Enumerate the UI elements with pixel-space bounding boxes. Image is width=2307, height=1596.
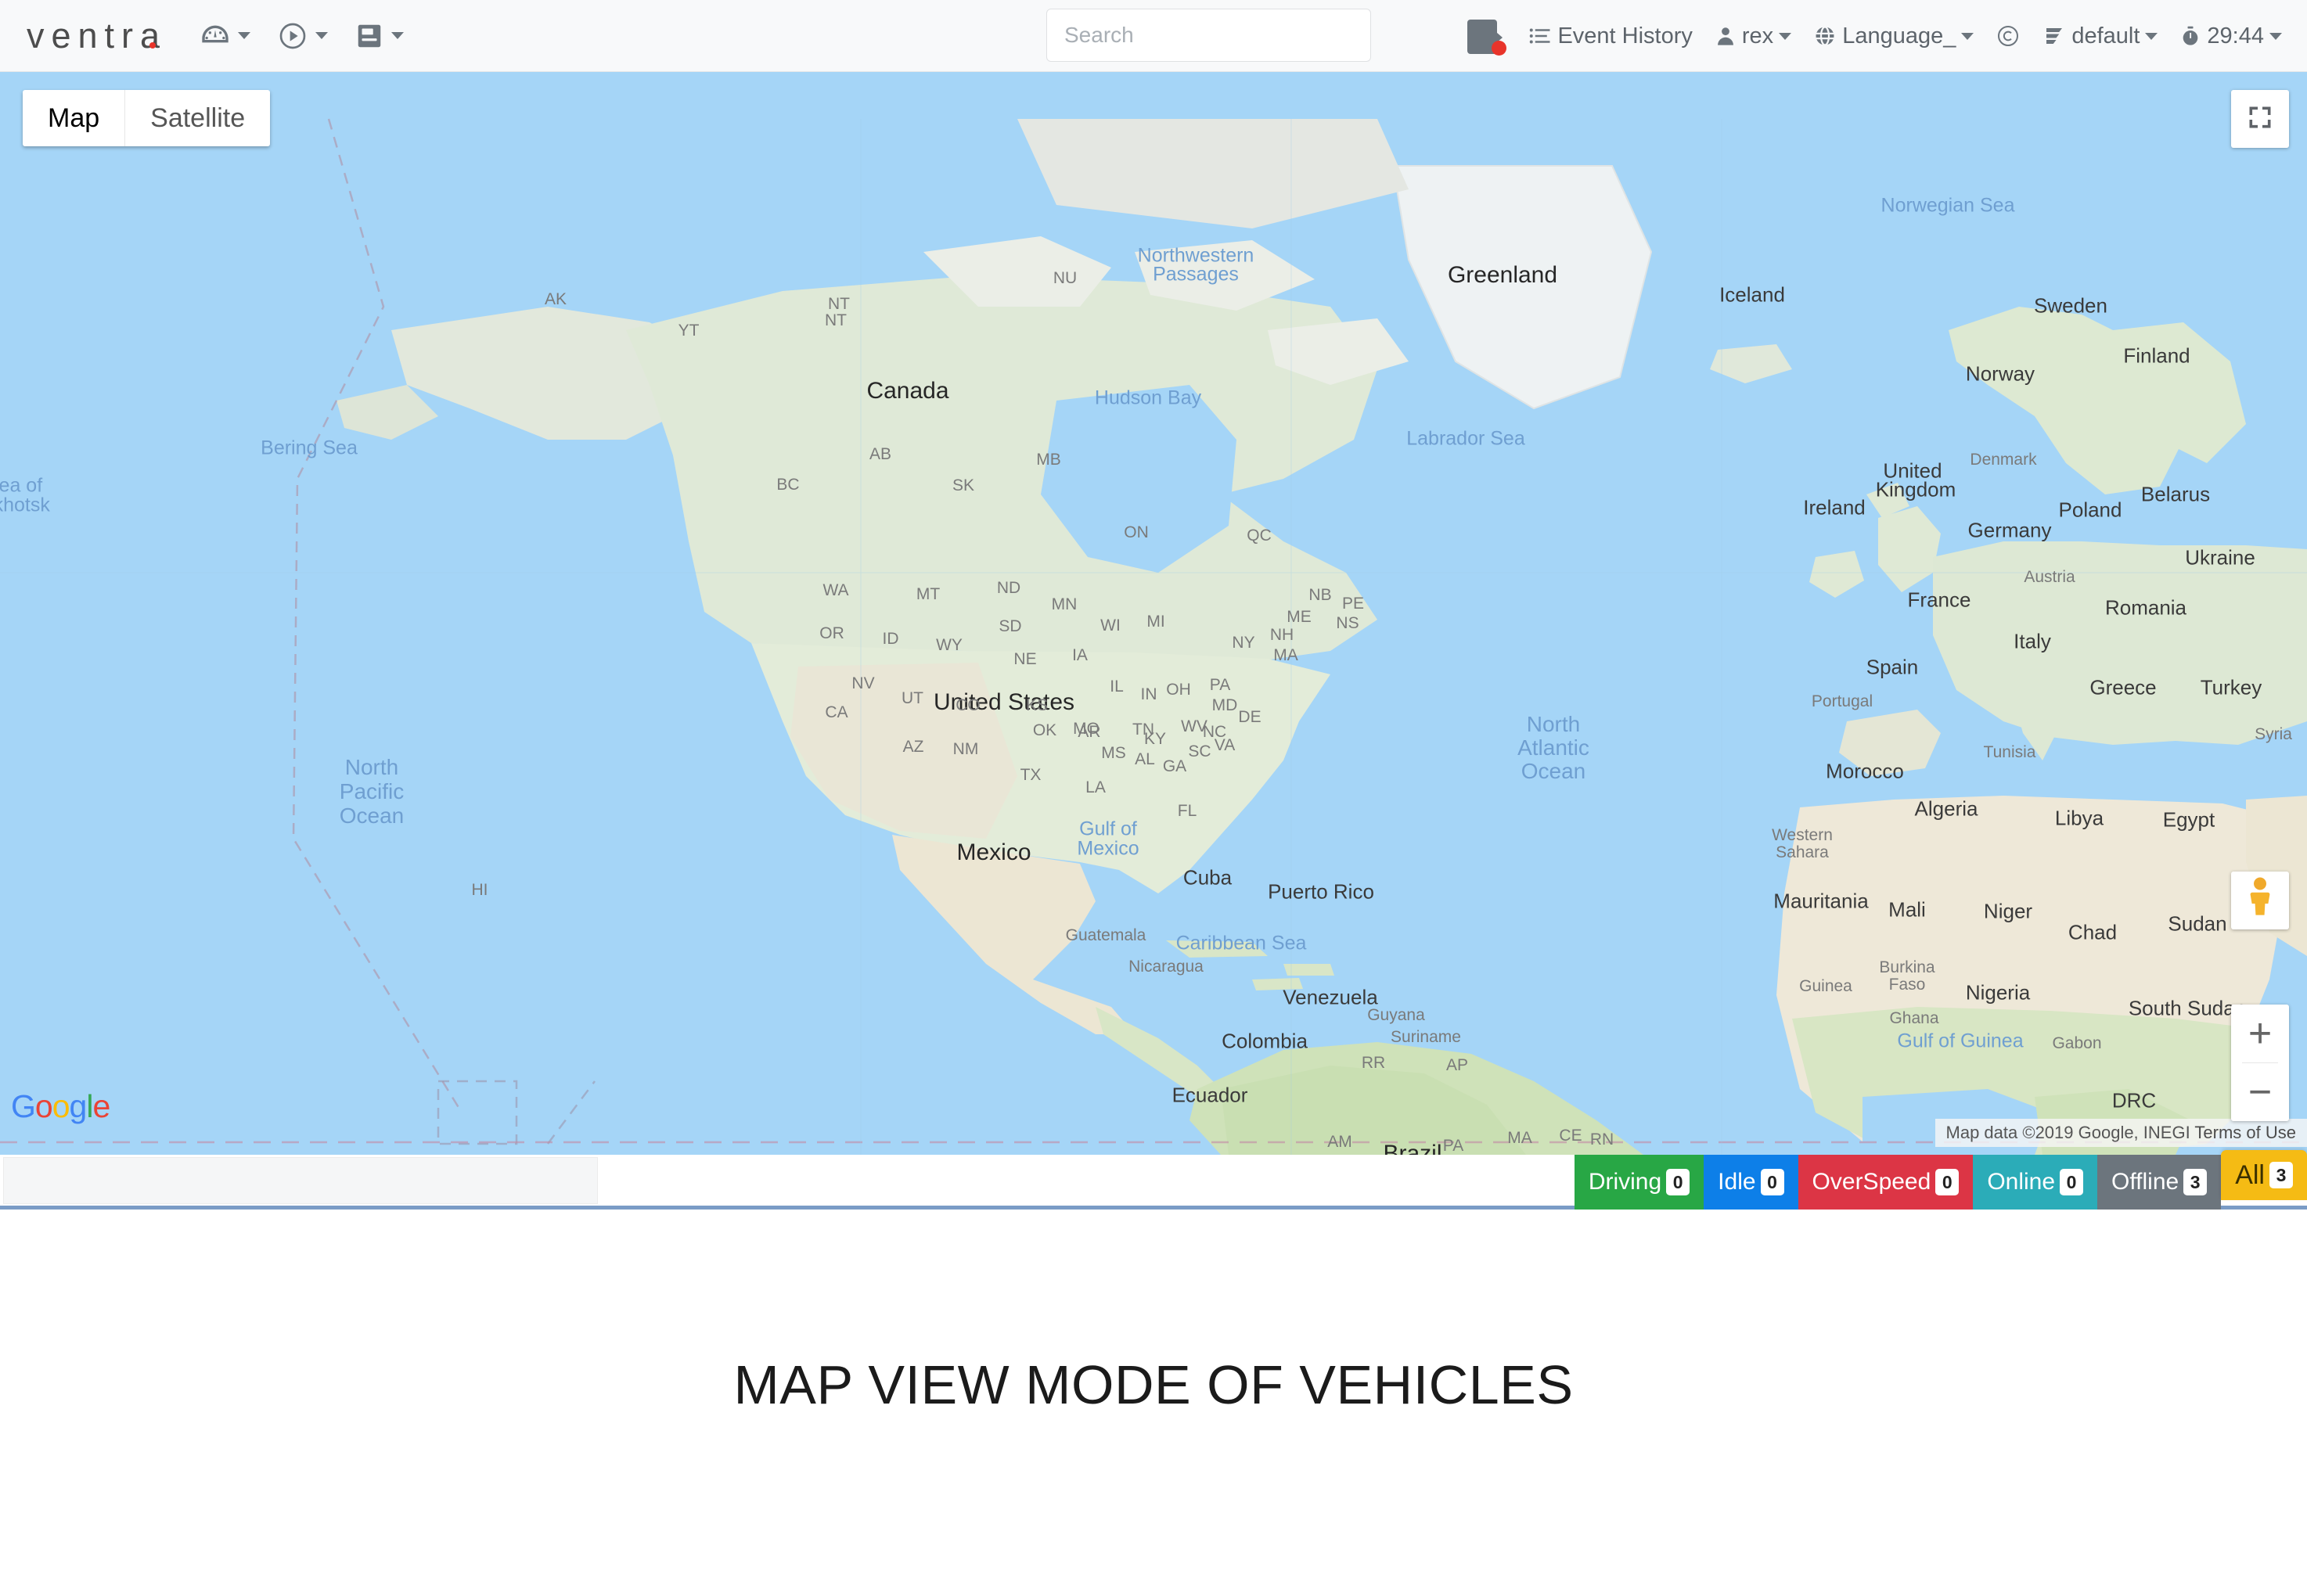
fullscreen-icon <box>2246 103 2274 135</box>
google-logo-g2: g <box>69 1088 88 1124</box>
fullscreen-button[interactable] <box>2231 90 2289 148</box>
copyright-icon <box>1996 23 2021 49</box>
status-badge-label: Driving <box>1588 1169 1662 1195</box>
timer-icon <box>2179 24 2201 48</box>
zoom-in-button[interactable]: + <box>2231 1005 2289 1062</box>
session-timer-menu[interactable]: 29:44 <box>2168 23 2293 49</box>
status-badge-overspeed[interactable]: OverSpeed 0 <box>1798 1155 1974 1210</box>
google-logo: Google <box>11 1088 110 1125</box>
search-input[interactable] <box>1046 9 1371 62</box>
status-badge-count: 3 <box>2269 1162 2293 1188</box>
event-history-label: Event History <box>1557 23 1693 49</box>
user-menu[interactable]: rex <box>1704 23 1802 49</box>
status-bar: Driving 0 Idle 0 OverSpeed 0 Online 0 Offline 3 Al… <box>0 1150 2307 1210</box>
chevron-down-icon <box>315 32 329 39</box>
status-badge-label: OverSpeed <box>1812 1169 1931 1195</box>
google-logo-g1: G <box>11 1088 36 1124</box>
chevron-down-icon <box>1961 32 1974 40</box>
user-menu-label: rex <box>1741 23 1774 49</box>
terms-of-use-link[interactable]: Terms of Use <box>2194 1123 2296 1142</box>
search-field-wrapper <box>1046 9 1371 62</box>
chevron-down-icon <box>2145 32 2158 40</box>
status-badge-count: 0 <box>1935 1169 1960 1195</box>
language-menu-label: Language_ <box>1842 23 1956 49</box>
chevron-down-icon <box>391 32 405 39</box>
status-bar-left-panel <box>3 1157 598 1204</box>
status-badge-label: Idle <box>1718 1169 1756 1195</box>
status-badge-driving[interactable]: Driving 0 <box>1574 1155 1704 1210</box>
application-window: ventra Search Event History rex Language… <box>0 0 2307 1213</box>
status-badge-count: 0 <box>2060 1169 2084 1195</box>
zoom-out-button[interactable]: − <box>2231 1063 2289 1121</box>
map-attribution: Map data ©2019 Google, INEGI Terms of Us… <box>1934 1119 2307 1147</box>
dashboard-icon <box>200 20 231 52</box>
top-navigation-bar: ventra Search Event History rex Language… <box>0 0 2307 72</box>
layers-icon <box>2042 24 2066 48</box>
status-badge-label: Offline <box>2111 1169 2179 1195</box>
brand-logo-text: ventra <box>27 16 167 56</box>
vehicle-status-badges: Driving 0 Idle 0 OverSpeed 0 Online 0 Offline 3 Al… <box>1574 1150 2307 1210</box>
globe-icon <box>1813 24 1837 48</box>
google-logo-e: e <box>92 1088 110 1124</box>
live-video-icon <box>277 20 308 52</box>
zoom-control: + − <box>2231 1005 2289 1121</box>
status-badge-online[interactable]: Online 0 <box>1973 1155 2098 1210</box>
status-badge-label: All <box>2235 1159 2265 1190</box>
map-type-map-button[interactable]: Map <box>23 90 124 146</box>
status-badge-count: 0 <box>1760 1169 1784 1195</box>
secondary-nav-items: Event History rex Language_ default 29:4… <box>1456 0 2293 72</box>
google-logo-o2: o <box>52 1088 70 1124</box>
nav-dashboard-menu[interactable] <box>200 20 251 52</box>
chevron-down-icon <box>2269 32 2282 40</box>
language-menu[interactable]: Language_ <box>1802 23 1985 49</box>
status-badge-label: Online <box>1987 1169 2056 1195</box>
default-profile-label: default <box>2071 23 2140 49</box>
map-type-control: Map Satellite <box>23 90 271 146</box>
event-history-button[interactable]: Event History <box>1517 23 1703 49</box>
status-badge-count: 3 <box>2183 1169 2208 1195</box>
chevron-down-icon <box>238 32 251 39</box>
street-view-button[interactable] <box>2231 872 2289 929</box>
status-badge-idle[interactable]: Idle 0 <box>1704 1155 1798 1210</box>
nav-reports-menu[interactable] <box>355 20 405 52</box>
notification-icon <box>1467 16 1507 56</box>
google-logo-o1: o <box>34 1088 53 1124</box>
chevron-down-icon <box>1779 32 1792 40</box>
status-badge-offline[interactable]: Offline 3 <box>2097 1155 2222 1210</box>
figure-caption: MAP VIEW MODE OF VEHICLES <box>733 1354 1574 1415</box>
brand-logo[interactable]: ventra <box>27 18 167 53</box>
session-timer-label: 29:44 <box>2207 23 2264 49</box>
status-badge-count: 0 <box>1666 1169 1690 1195</box>
nav-live-video-menu[interactable] <box>277 20 329 52</box>
reports-icon <box>355 20 384 52</box>
event-history-icon <box>1528 24 1552 48</box>
google-map-canvas[interactable] <box>0 72 2307 1155</box>
map-type-satellite-button[interactable]: Satellite <box>124 90 270 146</box>
user-icon <box>1715 24 1737 48</box>
map-attribution-text: Map data ©2019 Google, INEGI <box>1945 1123 2190 1142</box>
map-viewport[interactable]: Greenland Iceland Norwegian Sea Sweden Norwa… <box>0 72 2307 1155</box>
status-badge-all[interactable]: All 3 <box>2221 1150 2307 1200</box>
copyright-button[interactable] <box>1985 23 2032 49</box>
notifications-button[interactable] <box>1456 16 1517 56</box>
primary-nav-icons <box>200 20 405 52</box>
default-profile-menu[interactable]: default <box>2032 23 2168 49</box>
street-view-pegman-icon <box>2244 876 2276 926</box>
